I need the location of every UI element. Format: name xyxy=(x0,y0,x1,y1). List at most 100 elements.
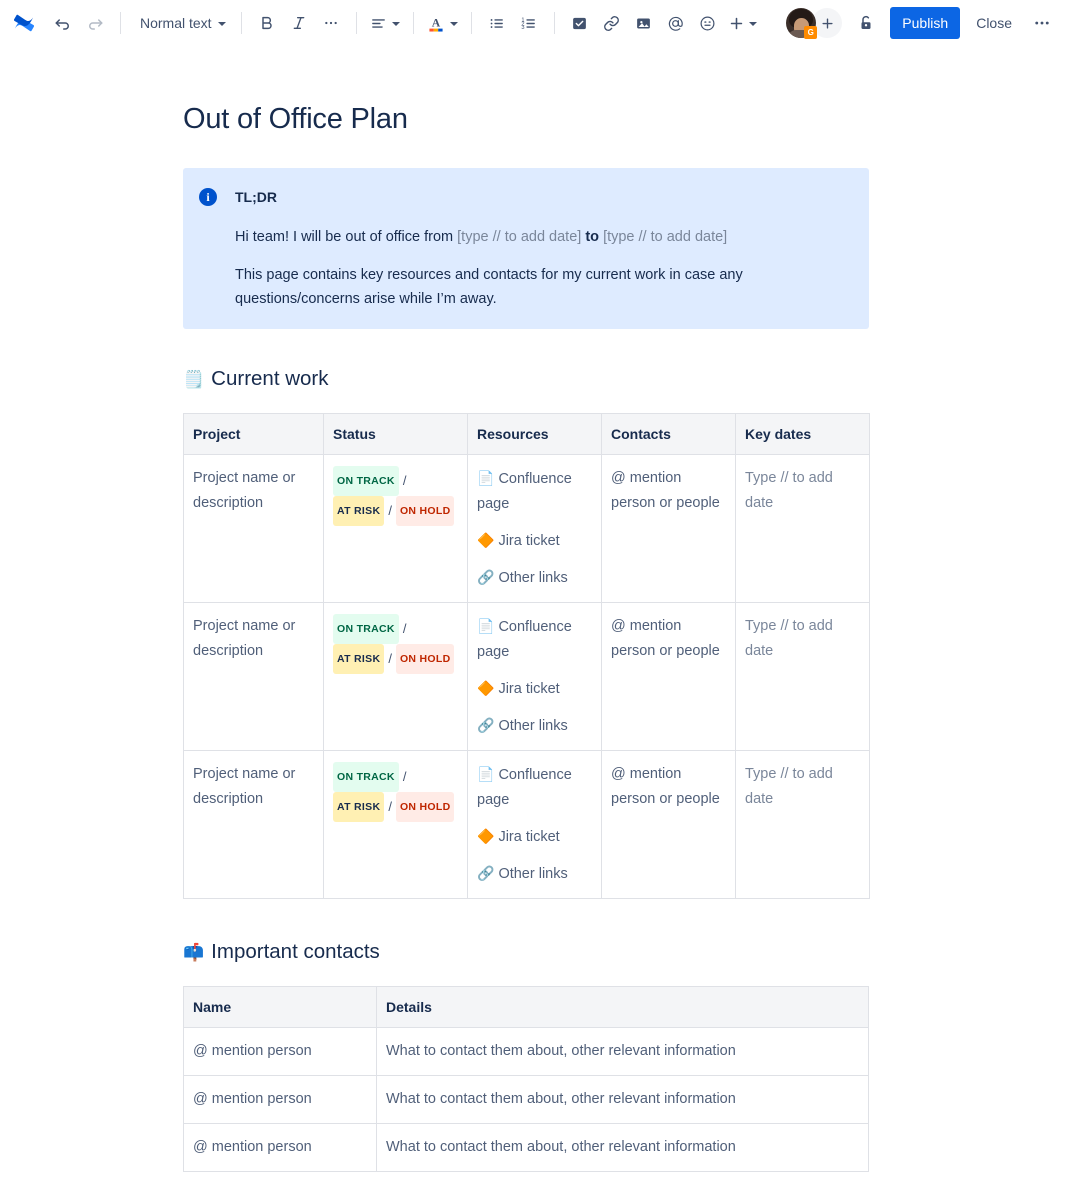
page-document-emoji: 📄 xyxy=(477,470,495,486)
insert-button[interactable] xyxy=(724,7,761,39)
status-badge-on-track[interactable]: ON TRACK xyxy=(333,466,399,496)
italic-button[interactable] xyxy=(283,7,315,39)
text-style-dropdown[interactable]: Normal text xyxy=(130,7,232,39)
page-title[interactable]: Out of Office Plan xyxy=(183,103,869,135)
link-button[interactable] xyxy=(596,7,628,39)
status-separator: / xyxy=(402,473,407,488)
close-button[interactable]: Close xyxy=(966,7,1022,39)
avatar[interactable]: G xyxy=(786,8,818,39)
resource-jira-ticket[interactable]: 🔶 Jira ticket xyxy=(477,676,589,702)
section-heading-current-work[interactable]: 🗒️ Current work xyxy=(183,366,869,392)
status-badge-on-track[interactable]: ON TRACK xyxy=(333,614,399,644)
link-chain-emoji: 🔗 xyxy=(477,569,495,585)
table-header-row: Project Status Resources Contacts Key da… xyxy=(183,413,870,455)
page-document-emoji: 📄 xyxy=(477,618,495,634)
cell-contact-details[interactable]: What to contact them about, other releva… xyxy=(376,1027,869,1076)
resource-jira-ticket[interactable]: 🔶 Jira ticket xyxy=(477,824,589,850)
resource-other-links[interactable]: 🔗 Other links xyxy=(477,713,589,739)
cell-project[interactable]: Project name or description xyxy=(183,750,324,899)
date-placeholder-from[interactable]: [type // to add date] xyxy=(457,229,581,245)
numbered-list-button[interactable]: 1 2 3 xyxy=(513,7,545,39)
cell-key-dates[interactable]: Type // to add date xyxy=(735,454,870,603)
cell-contact-name[interactable]: @ mention person xyxy=(183,1123,377,1172)
jira-ticket-emoji: 🔶 xyxy=(477,828,495,844)
cell-status[interactable]: ON TRACK/AT RISK / ON HOLD xyxy=(323,454,468,603)
resource-jira-ticket[interactable]: 🔶 Jira ticket xyxy=(477,528,589,554)
resource-confluence-page[interactable]: 📄 Confluence page xyxy=(477,466,589,517)
emoji-button[interactable] xyxy=(692,7,724,39)
info-panel-body: TL;DR Hi team! I will be out of office f… xyxy=(235,184,853,311)
undo-button[interactable] xyxy=(47,7,79,39)
cell-contacts[interactable]: @ mention person or people xyxy=(601,750,736,899)
restrictions-button[interactable] xyxy=(850,7,882,39)
resource-other-links[interactable]: 🔗 Other links xyxy=(477,861,589,887)
image-button[interactable] xyxy=(628,7,660,39)
task-button[interactable] xyxy=(564,7,596,39)
cell-contact-name[interactable]: @ mention person xyxy=(183,1075,377,1124)
resource-confluence-page[interactable]: 📄 Confluence page xyxy=(477,614,589,665)
cell-resources[interactable]: 📄 Confluence page 🔶 Jira ticket 🔗 Other lin… xyxy=(467,454,602,603)
table-row[interactable]: Project name or description ON TRACK/ AT … xyxy=(183,454,870,603)
status-separator: / xyxy=(388,799,392,814)
cell-key-dates[interactable]: Type // to add date xyxy=(735,750,870,899)
more-formatting-button[interactable] xyxy=(315,7,347,39)
status-badge-on-track[interactable]: ON TRACK xyxy=(333,762,399,792)
column-header-resources: Resources xyxy=(467,413,602,455)
table-row[interactable]: @ mention person What to contact them ab… xyxy=(183,1075,869,1124)
image-icon xyxy=(635,15,652,32)
cell-contacts[interactable]: @ mention person or people xyxy=(601,602,736,751)
plus-icon xyxy=(820,16,835,31)
table-header-row: Name Details xyxy=(183,986,869,1028)
cell-project[interactable]: Project name or description xyxy=(183,602,324,751)
toolbar-divider xyxy=(553,12,555,34)
bold-button[interactable] xyxy=(251,7,283,39)
chevron-down-icon xyxy=(449,22,458,26)
cell-resources[interactable]: 📄 Confluence page 🔶 Jira ticket 🔗 Other lin… xyxy=(467,750,602,899)
status-badge-at-risk[interactable]: AT RISK xyxy=(333,792,385,822)
bullet-list-button[interactable] xyxy=(481,7,513,39)
table-row[interactable]: Project name or description ON TRACK /AT … xyxy=(183,602,870,751)
more-options-button[interactable] xyxy=(1026,7,1058,39)
status-badge-on-hold[interactable]: ON HOLD xyxy=(395,792,455,822)
resource-label: Other links xyxy=(498,866,568,882)
publish-button[interactable]: Publish xyxy=(890,7,961,39)
redo-button[interactable] xyxy=(79,7,111,39)
mention-at-icon xyxy=(667,15,684,32)
important-contacts-table[interactable]: Name Details @ mention person What to co… xyxy=(183,986,869,1172)
cell-contact-details[interactable]: What to contact them about, other releva… xyxy=(376,1123,869,1172)
status-separator: / xyxy=(388,651,392,666)
table-row[interactable]: @ mention person What to contact them ab… xyxy=(183,1027,869,1076)
text-color-button[interactable]: A xyxy=(423,7,462,39)
cell-status[interactable]: ON TRACK/AT RISK / ON HOLD xyxy=(323,750,468,899)
cell-project[interactable]: Project name or description xyxy=(183,454,324,603)
toolbar-right-group: G Publish Close xyxy=(786,7,1072,39)
resource-confluence-page[interactable]: 📄 Confluence page xyxy=(477,762,589,813)
table-header: Project Status Resources Contacts Key da… xyxy=(183,413,870,455)
editor-toolbar: Normal text A 1 2 3 G Publish Close xyxy=(0,0,1072,47)
unlock-padlock-icon xyxy=(857,14,875,32)
section-heading-important-contacts[interactable]: 📫 Important contacts xyxy=(183,939,869,965)
jira-ticket-emoji: 🔶 xyxy=(477,532,495,548)
info-panel[interactable]: i TL;DR Hi team! I will be out of office… xyxy=(183,168,869,329)
chevron-down-icon xyxy=(748,22,757,26)
current-work-table[interactable]: Project Status Resources Contacts Key da… xyxy=(183,413,870,899)
cell-contacts[interactable]: @ mention person or people xyxy=(601,454,736,603)
confluence-logo-icon[interactable] xyxy=(9,8,39,38)
date-placeholder-to[interactable]: [type // to add date] xyxy=(603,229,727,245)
status-badge-on-hold[interactable]: ON HOLD xyxy=(395,644,455,674)
status-badge-on-hold[interactable]: ON HOLD xyxy=(395,496,455,526)
table-row[interactable]: Project name or description ON TRACK /AT … xyxy=(183,750,870,899)
cell-resources[interactable]: 📄 Confluence page 🔶 Jira ticket 🔗 Other lin… xyxy=(467,602,602,751)
status-badge-at-risk[interactable]: AT RISK xyxy=(333,496,385,526)
mention-button[interactable] xyxy=(660,7,692,39)
cell-status[interactable]: ON TRACK/AT RISK / ON HOLD xyxy=(323,602,468,751)
section-heading-label: Important contacts xyxy=(211,940,380,963)
table-row[interactable]: @ mention person What to contact them ab… xyxy=(183,1123,869,1172)
cell-contact-details[interactable]: What to contact them about, other releva… xyxy=(376,1075,869,1124)
resource-other-links[interactable]: 🔗 Other links xyxy=(477,565,589,591)
status-badge-at-risk[interactable]: AT RISK xyxy=(333,644,385,674)
column-header-details: Details xyxy=(376,986,869,1028)
text-align-button[interactable] xyxy=(366,7,404,39)
cell-contact-name[interactable]: @ mention person xyxy=(183,1027,377,1076)
cell-key-dates[interactable]: Type // to add date xyxy=(735,602,870,751)
